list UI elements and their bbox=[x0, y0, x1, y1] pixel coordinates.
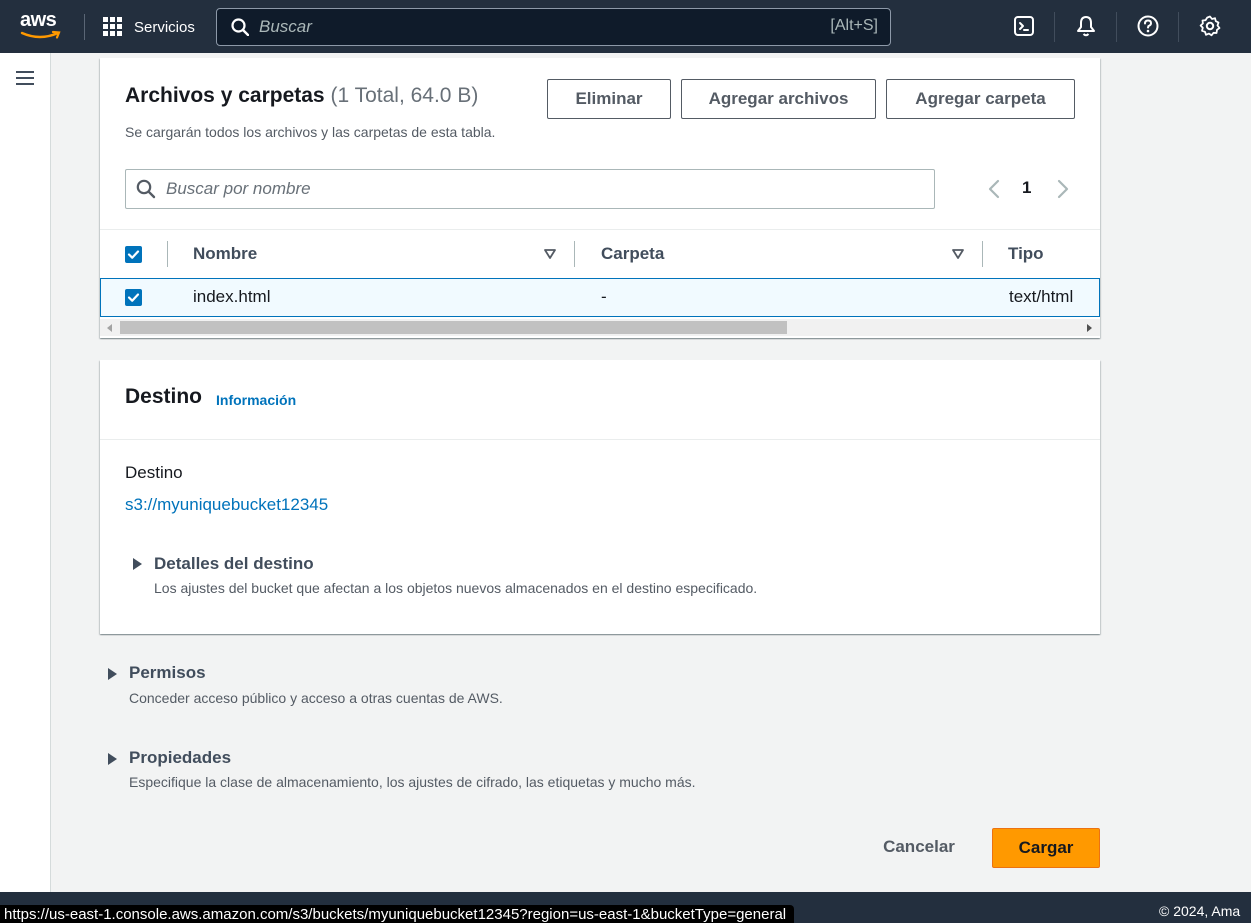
sort-icon[interactable] bbox=[543, 247, 557, 261]
column-divider[interactable] bbox=[982, 241, 983, 267]
destination-title: Destino bbox=[125, 385, 203, 408]
caret-right-icon[interactable] bbox=[133, 558, 142, 570]
aws-logo-text: aws bbox=[20, 9, 57, 31]
cloudshell-icon[interactable] bbox=[1012, 14, 1036, 38]
delete-button[interactable]: Eliminar bbox=[547, 79, 671, 119]
cell-folder: - bbox=[601, 287, 607, 306]
horizontal-scrollbar[interactable] bbox=[100, 319, 1100, 336]
select-all-checkbox[interactable] bbox=[125, 246, 142, 263]
files-panel-heading: Archivos y carpetas (1 Total, 64.0 B) bbox=[125, 84, 478, 108]
table-header: Nombre Carpeta Tipo bbox=[100, 229, 1100, 277]
add-files-button[interactable]: Agregar archivos bbox=[681, 79, 876, 119]
row-checkbox[interactable] bbox=[125, 289, 142, 306]
info-link[interactable]: Información bbox=[216, 392, 296, 408]
apps-grid-icon bbox=[103, 17, 123, 37]
sort-icon[interactable] bbox=[951, 247, 965, 261]
bell-icon[interactable] bbox=[1074, 14, 1098, 38]
caret-right-icon[interactable] bbox=[108, 753, 117, 765]
chevron-right-icon[interactable] bbox=[1056, 178, 1070, 200]
nav-divider bbox=[1054, 12, 1055, 42]
services-label: Servicios bbox=[134, 18, 195, 36]
filter-box[interactable] bbox=[125, 169, 935, 209]
aws-logo[interactable]: aws bbox=[20, 10, 64, 42]
global-search-input[interactable] bbox=[259, 17, 799, 37]
settings-icon[interactable] bbox=[1198, 14, 1222, 38]
chevron-left-icon[interactable] bbox=[987, 178, 1001, 200]
page-number[interactable]: 1 bbox=[1022, 178, 1031, 198]
scrollbar-thumb[interactable] bbox=[120, 321, 787, 334]
checkmark-icon bbox=[127, 293, 140, 302]
nav-divider bbox=[1178, 12, 1179, 42]
destination-header: Destino Información bbox=[100, 360, 1100, 440]
search-icon bbox=[231, 18, 249, 36]
column-header-name[interactable]: Nombre bbox=[193, 244, 257, 264]
help-icon[interactable] bbox=[1136, 14, 1160, 38]
destination-label: Destino bbox=[125, 463, 183, 482]
properties-description: Especifique la clase de almacenamiento, … bbox=[129, 774, 696, 790]
column-divider bbox=[167, 241, 168, 267]
global-search[interactable]: [Alt+S] bbox=[216, 8, 891, 46]
cell-type: text/html bbox=[1009, 287, 1074, 306]
destination-details-description: Los ajustes del bucket que afectan a los… bbox=[154, 580, 758, 596]
destination-panel: Destino Información Destino s3://myuniqu… bbox=[100, 360, 1100, 634]
nav-divider bbox=[1116, 12, 1117, 42]
search-shortcut-hint: [Alt+S] bbox=[830, 17, 878, 34]
status-bar-url: https://us-east-1.console.aws.amazon.com… bbox=[0, 905, 795, 923]
checkmark-icon bbox=[127, 250, 140, 259]
table-row[interactable]: index.html - text/html bbox=[100, 278, 1100, 317]
services-menu-button[interactable]: Servicios bbox=[103, 16, 195, 38]
top-navigation: aws Servicios [Alt+S] bbox=[0, 0, 1251, 53]
caret-right-icon[interactable] bbox=[108, 668, 117, 680]
permissions-description: Conceder acceso público y acceso a otras… bbox=[129, 690, 503, 706]
properties-toggle[interactable]: Propiedades bbox=[129, 748, 231, 768]
upload-button[interactable]: Cargar bbox=[992, 828, 1100, 868]
aws-smile-icon bbox=[20, 30, 61, 39]
side-navigation bbox=[0, 53, 51, 893]
menu-icon[interactable] bbox=[16, 71, 34, 85]
files-panel-title: Archivos y carpetas bbox=[125, 84, 325, 107]
column-divider[interactable] bbox=[574, 241, 575, 267]
bucket-link[interactable]: s3://myuniquebucket12345 bbox=[125, 495, 328, 515]
copyright-text: © 2024, Ama bbox=[1159, 903, 1241, 919]
add-folder-button[interactable]: Agregar carpeta bbox=[886, 79, 1075, 119]
files-panel-description: Se cargarán todos los archivos y las car… bbox=[125, 124, 496, 140]
search-icon bbox=[136, 179, 156, 199]
cancel-button[interactable]: Cancelar bbox=[864, 827, 974, 867]
files-count: (1 Total, 64.0 B) bbox=[330, 84, 479, 107]
scroll-left-arrow[interactable] bbox=[107, 324, 112, 332]
column-header-folder[interactable]: Carpeta bbox=[601, 244, 664, 264]
cell-name: index.html bbox=[193, 287, 271, 306]
nav-divider bbox=[84, 14, 85, 40]
files-and-folders-panel: Archivos y carpetas (1 Total, 64.0 B) Se… bbox=[100, 58, 1100, 338]
filter-by-name-input[interactable] bbox=[166, 179, 906, 199]
destination-details-toggle[interactable]: Detalles del destino bbox=[154, 554, 314, 574]
permissions-toggle[interactable]: Permisos bbox=[129, 663, 206, 683]
scroll-right-arrow[interactable] bbox=[1087, 324, 1092, 332]
column-header-type[interactable]: Tipo bbox=[1008, 244, 1044, 264]
